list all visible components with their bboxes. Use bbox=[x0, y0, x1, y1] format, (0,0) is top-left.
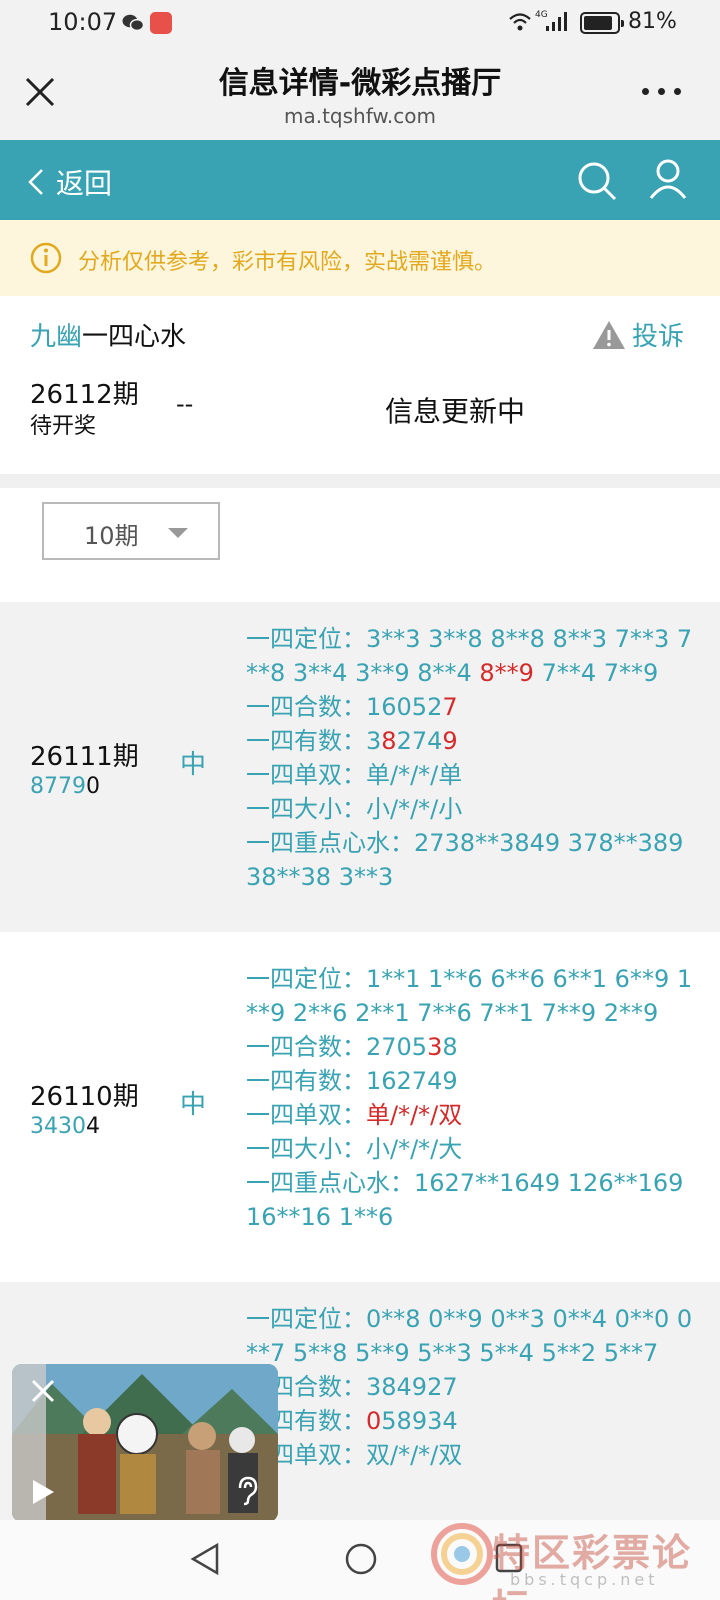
floating-video-player[interactable] bbox=[12, 1364, 278, 1522]
page-title: 信息详情-微彩点播厅 bbox=[218, 66, 502, 101]
prediction-line: 一四有数：382749 bbox=[246, 727, 458, 755]
prediction-line: 一四定位：0**8 0**9 0**3 0**4 0**0 0**7 5**8 … bbox=[246, 1305, 693, 1367]
warning-icon bbox=[593, 320, 625, 349]
record-predictions: 一四定位：3**3 3**8 8**8 8**3 7**3 7**8 3**4 … bbox=[246, 622, 696, 894]
divider bbox=[0, 474, 720, 488]
period-select[interactable]: 10期 bbox=[42, 502, 220, 560]
battery-percent: 81% bbox=[628, 9, 677, 34]
complain-button[interactable]: 投诉 bbox=[592, 316, 684, 353]
close-icon[interactable] bbox=[30, 1378, 56, 1404]
risk-notice: 分析仅供参考，彩市有风险，实战需谨慎。 bbox=[0, 220, 720, 296]
current-result: -- bbox=[176, 390, 194, 418]
current-status: 待开奖 bbox=[30, 414, 97, 439]
period-select-value: 10期 bbox=[84, 522, 139, 550]
record-result: 中 bbox=[180, 1090, 207, 1120]
prediction-line: 一四定位：1**1 1**6 6**6 6**1 6**9 1**9 2**6 … bbox=[246, 965, 693, 1027]
watermark-subtext: bbs.tqcp.net bbox=[510, 1570, 659, 1589]
author-name[interactable]: 九幽 bbox=[30, 322, 82, 352]
more-options-icon[interactable] bbox=[642, 88, 682, 98]
signal-icon bbox=[546, 12, 567, 31]
prediction-line: 一四大小：小/*/*/小 bbox=[246, 795, 463, 823]
plan-title: 一四心水 bbox=[82, 322, 187, 352]
info-icon bbox=[30, 242, 62, 274]
prediction-line: 一四有数：162749 bbox=[246, 1067, 458, 1095]
site-nav-bar: 返回 bbox=[0, 140, 720, 220]
prediction-line: 一四合数：270538 bbox=[246, 1033, 458, 1061]
prediction-line: 一四单双：单/*/*/双 bbox=[246, 1101, 463, 1129]
current-issue: 26112期 bbox=[30, 380, 139, 410]
record-result: 中 bbox=[180, 750, 207, 780]
history-record: 26110期 34304 中 一四定位：1**1 1**6 6**6 6**1 … bbox=[0, 942, 720, 1272]
record-draw-number: 34304 bbox=[30, 1114, 100, 1139]
filter-area: 10期 bbox=[0, 488, 720, 602]
user-icon[interactable] bbox=[648, 158, 688, 200]
record-draw-number: 87790 bbox=[30, 774, 100, 799]
browser-title-bar: 信息详情-微彩点播厅 ma.tqshfw.com bbox=[0, 48, 720, 140]
wechat-icon bbox=[122, 14, 144, 32]
prediction-line: 一四有数：058934 bbox=[246, 1407, 458, 1435]
plan-info: 九幽一四心水 投诉 26112期 待开奖 -- 信息更新中 bbox=[0, 296, 720, 474]
play-icon[interactable] bbox=[30, 1478, 56, 1506]
watermark: 特区彩票论坛 bbs.tqcp.net bbox=[430, 1508, 720, 1600]
chevron-left-icon bbox=[28, 169, 43, 195]
record-predictions: 一四定位：1**1 1**6 6**6 6**1 6**9 1**9 2**6 … bbox=[246, 962, 696, 1234]
wifi-icon bbox=[509, 13, 531, 31]
prediction-line: 一四合数：160527 bbox=[246, 693, 458, 721]
caret-down-icon bbox=[168, 528, 188, 538]
prediction-line: 一四单双：单/*/*/单 bbox=[246, 761, 463, 789]
search-icon[interactable] bbox=[576, 160, 618, 202]
plan-header: 九幽一四心水 bbox=[30, 316, 186, 353]
prediction-line: 一四大小：小/*/*/大 bbox=[246, 1135, 463, 1163]
forum-logo-icon bbox=[431, 1523, 493, 1585]
record-predictions: 一四定位：0**8 0**9 0**3 0**4 0**0 0**7 5**8 … bbox=[246, 1302, 696, 1472]
prediction-line: 一四单双：双/*/*/双 bbox=[246, 1441, 463, 1469]
prediction-line: 一四合数：384927 bbox=[246, 1373, 458, 1401]
back-triangle-icon[interactable] bbox=[190, 1542, 220, 1576]
status-bar: 10:07 4G 81% bbox=[0, 0, 720, 48]
prediction-line: 一四重点心水：2738**3849 378**389 38**38 3**3 bbox=[246, 829, 684, 891]
notice-text: 分析仅供参考，彩市有风险，实战需谨慎。 bbox=[78, 250, 497, 275]
prediction-line: 一四重点心水：1627**1649 126**169 16**16 1**6 bbox=[246, 1169, 684, 1231]
home-circle-icon[interactable] bbox=[344, 1542, 378, 1576]
status-time: 10:07 bbox=[48, 8, 118, 36]
record-issue: 26110期 bbox=[30, 1082, 139, 1112]
app-notification-icon bbox=[150, 12, 172, 34]
hearing-icon[interactable] bbox=[234, 1476, 260, 1506]
page-url: ma.tqshfw.com bbox=[283, 104, 436, 128]
history-record: 26111期 87790 中 一四定位：3**3 3**8 8**8 8**3 … bbox=[0, 602, 720, 932]
back-label: 返回 bbox=[56, 167, 113, 200]
prediction-line: 一四定位：3**3 3**8 8**8 8**3 7**3 7**8 3**4 … bbox=[246, 625, 693, 687]
complain-label: 投诉 bbox=[632, 322, 685, 352]
back-button[interactable]: 返回 bbox=[28, 162, 112, 202]
battery-icon bbox=[580, 12, 624, 34]
record-issue: 26111期 bbox=[30, 742, 139, 772]
update-status: 信息更新中 bbox=[385, 395, 526, 428]
